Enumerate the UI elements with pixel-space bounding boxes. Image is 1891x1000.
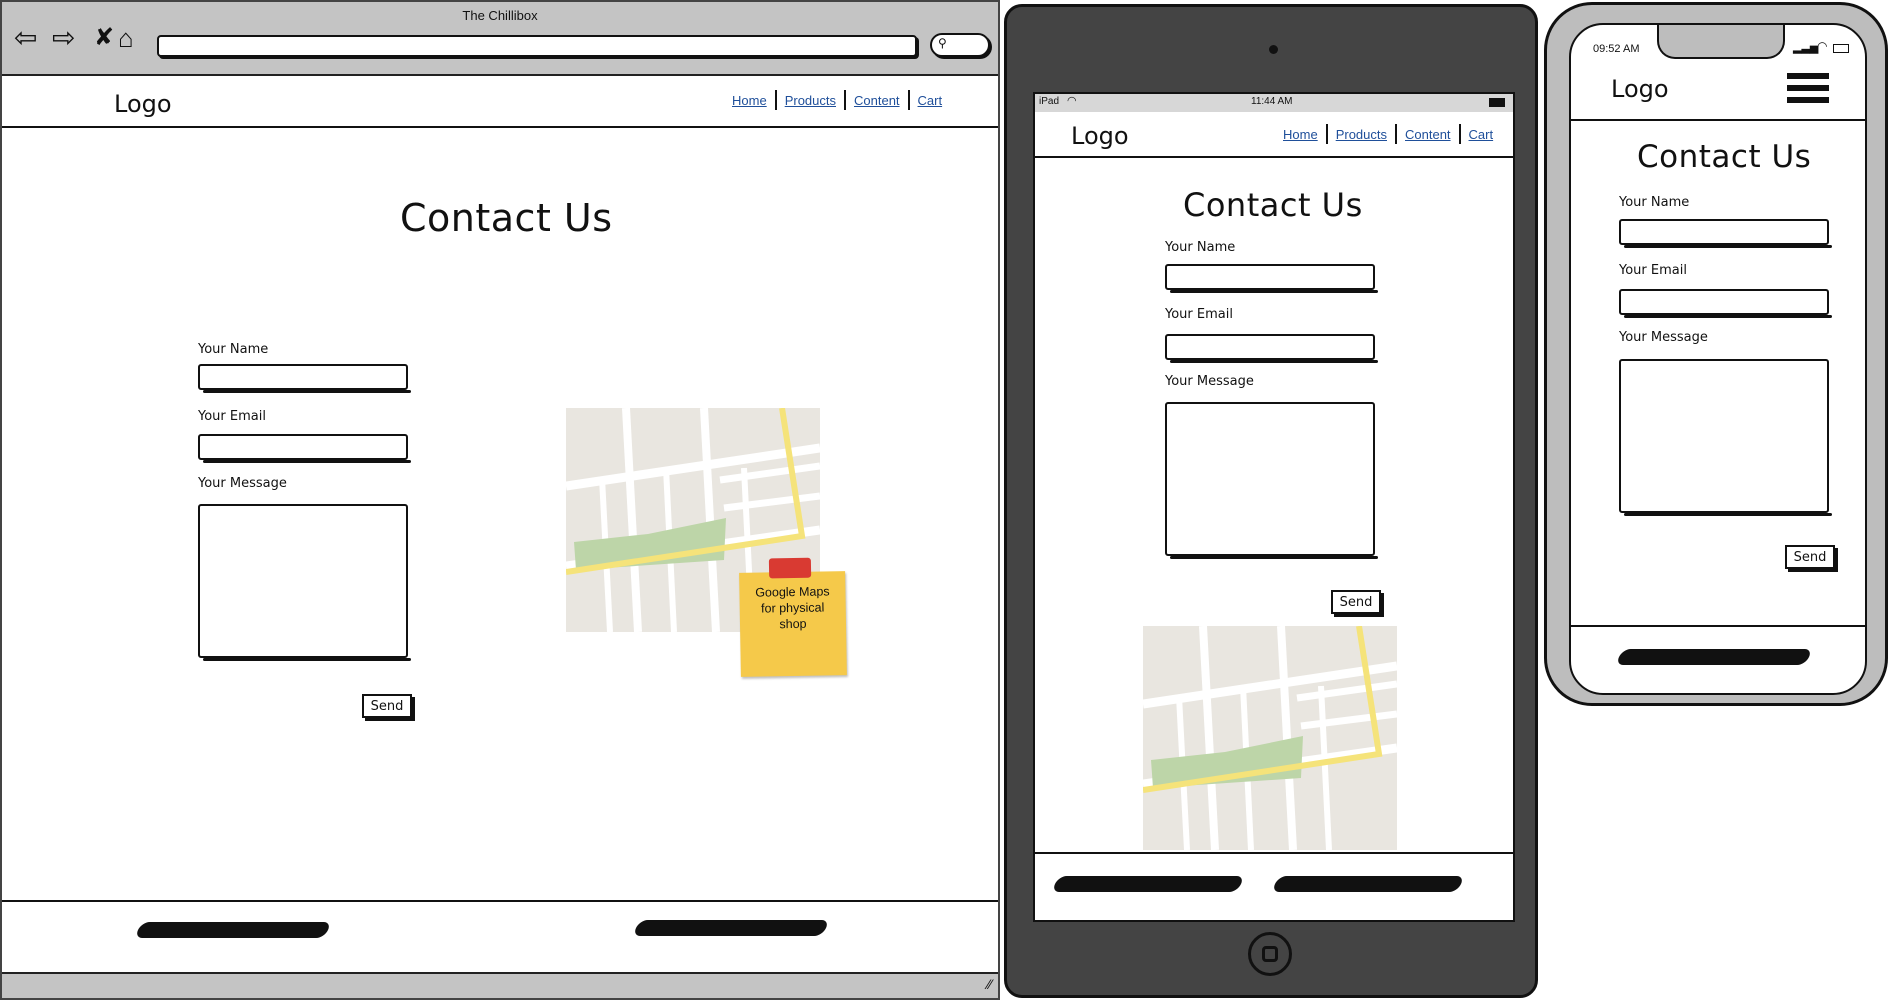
home-button-icon[interactable]	[1248, 932, 1292, 976]
email-input[interactable]	[1619, 289, 1832, 318]
sticky-note: Google Maps for physical shop	[739, 557, 847, 677]
nav-cart-link[interactable]: Cart	[1461, 127, 1502, 142]
email-label: Your Email	[1619, 263, 1687, 278]
nav-products-link[interactable]: Products	[777, 93, 844, 108]
name-label: Your Name	[1619, 195, 1690, 210]
footer-scribble-left	[1051, 876, 1245, 892]
footer-scribble-right	[632, 920, 830, 936]
browser-chrome: The Chillibox ⇦ ⇨ ✘ ⌂ ⚲	[2, 2, 998, 76]
sticky-pin	[768, 557, 812, 579]
name-input[interactable]	[198, 364, 411, 393]
footer-divider	[1035, 852, 1513, 854]
page-title: Contact Us	[1637, 139, 1812, 175]
header-divider	[2, 126, 998, 128]
main-nav: Home Products Content Cart	[1275, 124, 1501, 144]
search-icon: ⚲	[938, 36, 947, 50]
name-input[interactable]	[1165, 264, 1378, 293]
message-label: Your Message	[1619, 330, 1708, 345]
footer-scribble-right	[1271, 876, 1465, 892]
phone-notch	[1657, 25, 1785, 59]
footer-divider	[2, 900, 998, 902]
name-input[interactable]	[1619, 219, 1832, 248]
email-input[interactable]	[1165, 334, 1378, 363]
send-button[interactable]: Send	[362, 694, 412, 718]
signal-icon: ▂▃▅	[1793, 42, 1819, 54]
close-icon[interactable]: ✘	[94, 24, 114, 52]
phone-device: 09:52 AM ▂▃▅ ◠ Logo Contact Us Your Name…	[1544, 2, 1888, 706]
message-textarea[interactable]	[198, 504, 411, 661]
page-title: Contact Us	[1183, 186, 1363, 224]
nav-products-link[interactable]: Products	[1328, 127, 1395, 142]
window-title: The Chillibox	[462, 8, 538, 23]
map-image	[1143, 626, 1397, 850]
header-divider	[1571, 119, 1865, 121]
main-nav: Home Products Content Cart	[724, 90, 950, 110]
sticky-note-text: Google Maps for physical shop	[755, 584, 830, 632]
message-label: Your Message	[1165, 374, 1254, 389]
send-button[interactable]: Send	[1785, 545, 1835, 569]
browser-search-field[interactable]: ⚲	[930, 33, 990, 57]
name-label: Your Name	[1165, 240, 1236, 255]
browser-status-bar: ⁄⁄	[2, 972, 998, 998]
logo[interactable]: Logo	[1071, 122, 1129, 150]
status-time: 09:52 AM	[1593, 43, 1640, 55]
tablet-screen: iPad ◠ 11:44 AM Logo Home Products Conte…	[1033, 92, 1515, 922]
camera-icon	[1269, 45, 1278, 54]
logo[interactable]: Logo	[1611, 75, 1669, 103]
wifi-icon: ◠	[1067, 95, 1077, 107]
footer-scribble-left	[134, 922, 332, 938]
nav-home-link[interactable]: Home	[724, 93, 775, 108]
footer-divider	[1571, 625, 1865, 627]
page-title: Contact Us	[400, 196, 613, 240]
tablet-status-bar: iPad ◠ 11:44 AM	[1035, 94, 1513, 112]
message-label: Your Message	[198, 476, 287, 491]
forward-arrow-icon[interactable]: ⇨	[52, 24, 75, 52]
nav-cart-link[interactable]: Cart	[910, 93, 951, 108]
status-time: 11:44 AM	[1251, 96, 1293, 107]
email-label: Your Email	[1165, 307, 1233, 322]
nav-content-link[interactable]: Content	[846, 93, 908, 108]
address-bar[interactable]	[157, 35, 917, 57]
name-label: Your Name	[198, 342, 269, 357]
home-icon[interactable]: ⌂	[118, 24, 134, 52]
desktop-browser-window: The Chillibox ⇦ ⇨ ✘ ⌂ ⚲ Logo Home Produc…	[0, 0, 1000, 1000]
battery-icon	[1833, 44, 1849, 53]
message-textarea[interactable]	[1619, 359, 1832, 516]
resize-grip-icon[interactable]: ⁄⁄	[987, 976, 992, 992]
footer-scribble	[1615, 649, 1813, 665]
message-textarea[interactable]	[1165, 402, 1378, 559]
battery-icon	[1489, 98, 1505, 107]
send-button[interactable]: Send	[1331, 590, 1381, 614]
back-arrow-icon[interactable]: ⇦	[14, 24, 37, 52]
email-input[interactable]	[198, 434, 411, 463]
wifi-icon: ◠	[1817, 39, 1828, 53]
logo[interactable]: Logo	[114, 90, 172, 118]
email-label: Your Email	[198, 409, 266, 424]
status-carrier: iPad	[1039, 96, 1060, 107]
phone-screen: 09:52 AM ▂▃▅ ◠ Logo Contact Us Your Name…	[1569, 23, 1867, 695]
nav-home-link[interactable]: Home	[1275, 127, 1326, 142]
tablet-device: iPad ◠ 11:44 AM Logo Home Products Conte…	[1004, 4, 1538, 998]
nav-content-link[interactable]: Content	[1397, 127, 1459, 142]
hamburger-menu-icon[interactable]	[1787, 73, 1829, 103]
header-divider	[1035, 156, 1513, 158]
